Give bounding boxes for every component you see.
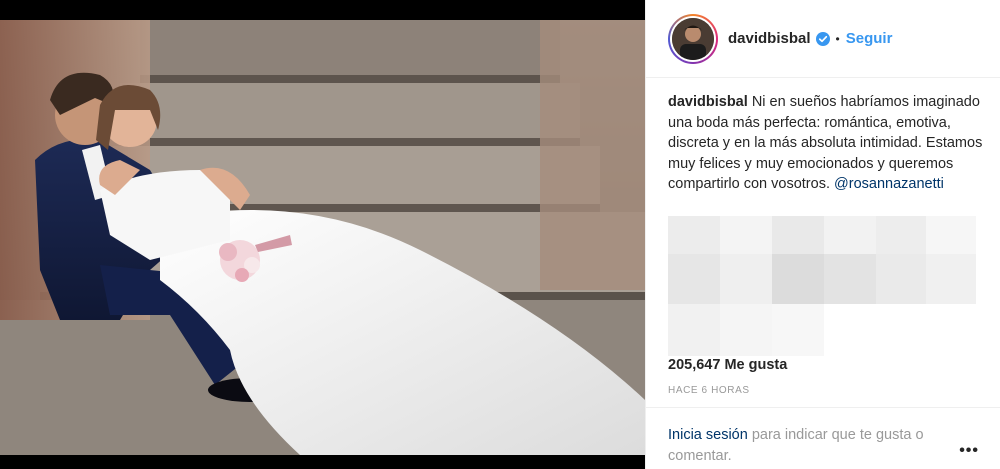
login-link[interactable]: Inicia sesión	[668, 427, 748, 443]
photo-letterbox-bottom	[0, 455, 645, 469]
avatar[interactable]	[672, 17, 714, 60]
post-caption: davidbisbal Ni en sueños habríamos imagi…	[668, 92, 986, 195]
avatar-image-icon	[672, 17, 714, 60]
post-photo[interactable]	[0, 20, 645, 455]
instagram-post: davidbisbal • Seguir davidbisbal Ni en s…	[0, 0, 1000, 469]
avatar-frame	[670, 15, 716, 62]
verified-badge-icon	[815, 31, 830, 46]
login-prompt: Inicia sesión para indicar que te gusta …	[668, 425, 958, 467]
header-username[interactable]: davidbisbal	[728, 30, 811, 47]
caption-username[interactable]: davidbisbal	[668, 94, 748, 110]
more-options-icon[interactable]: •••	[959, 442, 979, 460]
header-separator: •	[835, 31, 840, 46]
wedding-photo	[0, 20, 645, 455]
caption-mention-link[interactable]: @rosannazanetti	[834, 176, 944, 192]
post-footer: Inicia sesión para indicar que te gusta …	[646, 407, 1000, 469]
post-header: davidbisbal • Seguir	[646, 0, 1000, 78]
avatar-story-ring[interactable]	[668, 13, 718, 64]
photo-pane	[0, 0, 645, 469]
likes-count[interactable]: 205,647 Me gusta	[668, 357, 787, 373]
follow-button[interactable]: Seguir	[846, 30, 893, 47]
pixelated-redaction	[668, 216, 976, 356]
post-side-panel: davidbisbal • Seguir davidbisbal Ni en s…	[645, 0, 1000, 469]
post-timestamp: HACE 6 HORAS	[668, 385, 750, 396]
photo-letterbox-top	[0, 0, 645, 20]
header-text: davidbisbal • Seguir	[728, 30, 892, 47]
